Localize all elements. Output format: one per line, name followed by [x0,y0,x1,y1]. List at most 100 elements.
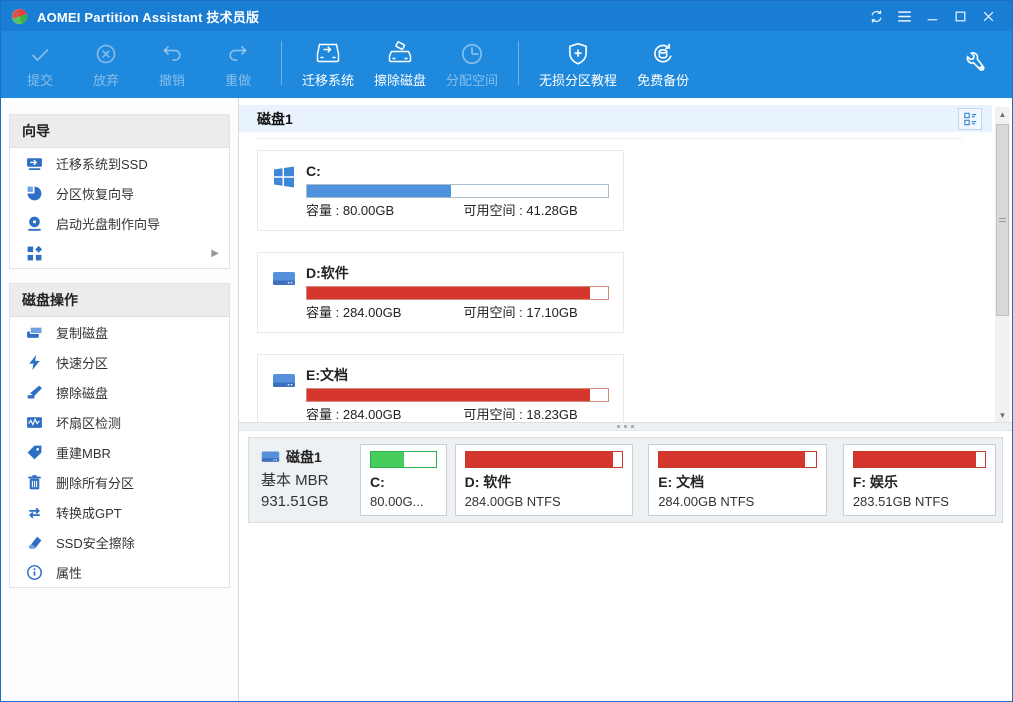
partition-name: C: [306,163,609,179]
windows-logo-icon [272,165,298,218]
sidebar-item-label: 复制磁盘 [56,323,108,342]
sidebar-item-label: SSD安全擦除 [56,533,135,552]
sidebar-item-label: 擦除磁盘 [56,383,108,402]
section-title-wizards: 向导 [10,115,229,148]
sidebar-item-delete-all-partitions[interactable]: 删除所有分区 [10,467,229,497]
partition-name: E:文档 [306,367,609,383]
usage-bar-fill [307,185,451,197]
partition-card-c[interactable]: C: 容量 : 80.00GB 可用空间 : 41.28GB [257,150,624,231]
commit-button[interactable]: 提交 [7,36,73,89]
vertical-scrollbar: ▲ ▼ [995,107,1010,422]
disk-info-block[interactable]: 磁盘1 基本 MBR 931.51GB [255,444,352,516]
usage-bar-fill [307,389,590,401]
disk-map-partition-f[interactable]: F: 娱乐 283.51GB NTFS [843,444,996,516]
partition-size-fs: 80.00G... [370,492,437,511]
sidebar-item-copy-disk[interactable]: 复制磁盘 [10,317,229,347]
sidebar-item-convert-to-gpt[interactable]: 转换成GPT [10,497,229,527]
minimize-button[interactable] [918,5,946,27]
free-space-text: 可用空间 : 41.28GB [464,204,578,218]
free-space-text: 可用空间 : 18.23GB [464,408,578,422]
discard-button[interactable]: 放弃 [73,36,139,89]
usage-bar [306,388,609,402]
scroll-up-arrow[interactable]: ▲ [995,107,1010,121]
section-title-disk-operations: 磁盘操作 [10,284,229,317]
partition-card-e[interactable]: E:文档 容量 : 284.00GB 可用空间 : 18.23GB [257,354,624,422]
partition-name: C: [370,473,437,492]
sidebar-item-bad-sector-test[interactable]: 坏扇区检测 [10,407,229,437]
sidebar-item-migrate-to-ssd[interactable]: 迁移系统到SSD [10,148,229,178]
toolbar-separator [518,41,519,85]
undo-button[interactable]: 撤销 [139,36,205,89]
maximize-button[interactable] [946,5,974,27]
shield-plus-icon [565,40,591,68]
wipe-disk-button[interactable]: 擦除磁盘 [364,36,436,89]
allocate-space-button[interactable]: 分配空间 [436,36,508,89]
wrench-icon[interactable] [954,41,998,85]
app-window: AOMEI Partition Assistant 技术员版 [0,0,1013,702]
usage-bar [306,184,609,198]
sidebar-item-wipe-disk[interactable]: 擦除磁盘 [10,377,229,407]
usage-bar-fill [659,452,805,467]
window-title: AOMEI Partition Assistant 技术员版 [37,7,259,26]
disk-type: 基本 MBR [261,470,350,491]
menu-icon[interactable] [890,5,918,27]
partition-tutorial-button[interactable]: 无损分区教程 [529,36,627,89]
partition-info: 容量 : 284.00GB 可用空间 : 17.10GB [306,306,609,320]
partition-name: D: 软件 [465,473,624,492]
sidebar: 向导 迁移系统到SSD 分区恢复向导 [1,98,239,701]
partition-name: F: 娱乐 [853,473,986,492]
usage-bar-fill [371,452,404,467]
copy-disk-icon [26,324,43,341]
refresh-icon[interactable] [862,5,890,27]
disk-drive-icon [272,369,298,422]
sidebar-item-more-tools[interactable]: ▶ [10,238,229,268]
view-toggle-button[interactable] [958,108,982,130]
sidebar-item-quick-partition[interactable]: 快速分区 [10,347,229,377]
splitter-handle-icon [617,425,634,428]
disk-drive-icon [272,267,298,320]
sidebar-item-label: 属性 [56,563,82,582]
scrollbar-track[interactable] [995,121,1010,408]
sidebar-item-properties[interactable]: 属性 [10,557,229,587]
usage-bar [370,451,437,468]
brush-icon [26,384,43,401]
sidebar-item-label: 转换成GPT [56,503,122,522]
migrate-system-button[interactable]: 迁移系统 [292,36,364,89]
partition-card-d[interactable]: D:软件 容量 : 284.00GB 可用空间 : 17.10GB [257,252,624,333]
disk-map-partition-c[interactable]: C: 80.00G... [360,444,447,516]
sidebar-item-label: 启动光盘制作向导 [56,214,160,233]
redo-button[interactable]: 重做 [205,36,271,89]
redo-icon [226,40,250,68]
sidebar-item-ssd-secure-erase[interactable]: SSD安全擦除 [10,527,229,557]
toolbar-separator [281,41,282,85]
panel-splitter[interactable] [239,422,1012,431]
partition-name: D:软件 [306,265,609,281]
sidebar-item-label: 删除所有分区 [56,473,134,492]
free-backup-button[interactable]: 免费备份 [627,36,699,89]
tag-icon [26,444,43,461]
disk-map-partition-e[interactable]: E: 文档 284.00GB NTFS [648,444,827,516]
sidebar-item-label: 坏扇区检测 [56,413,121,432]
scrollbar-thumb[interactable] [996,124,1009,316]
usage-bar-fill [307,287,590,299]
partition-name: E: 文档 [658,473,817,492]
sidebar-section-disk-operations: 磁盘操作 复制磁盘 快速分区 擦除 [9,283,230,588]
sidebar-item-label: 分区恢复向导 [56,184,134,203]
allocate-space-icon [459,40,485,68]
migrate-disk-icon [314,40,342,68]
usage-bar [465,451,624,468]
capacity-text: 容量 : 284.00GB [306,306,464,320]
title-bar: AOMEI Partition Assistant 技术员版 [1,1,1012,31]
chevron-right-icon: ▶ [211,248,219,259]
sidebar-item-partition-recovery[interactable]: 分区恢复向导 [10,178,229,208]
close-button[interactable] [974,5,1002,27]
disk-map-panel: 磁盘1 基本 MBR 931.51GB C: 80.00G... [248,437,1003,523]
undo-icon [160,40,184,68]
disk-name: 磁盘1 [286,447,322,467]
sidebar-item-bootable-media[interactable]: 启动光盘制作向导 [10,208,229,238]
disk-title: 磁盘1 [257,109,293,129]
scroll-down-arrow[interactable]: ▼ [995,408,1010,422]
sidebar-item-rebuild-mbr[interactable]: 重建MBR [10,437,229,467]
partition-recovery-icon [26,185,43,202]
disk-map-partition-d[interactable]: D: 软件 284.00GB NTFS [455,444,634,516]
